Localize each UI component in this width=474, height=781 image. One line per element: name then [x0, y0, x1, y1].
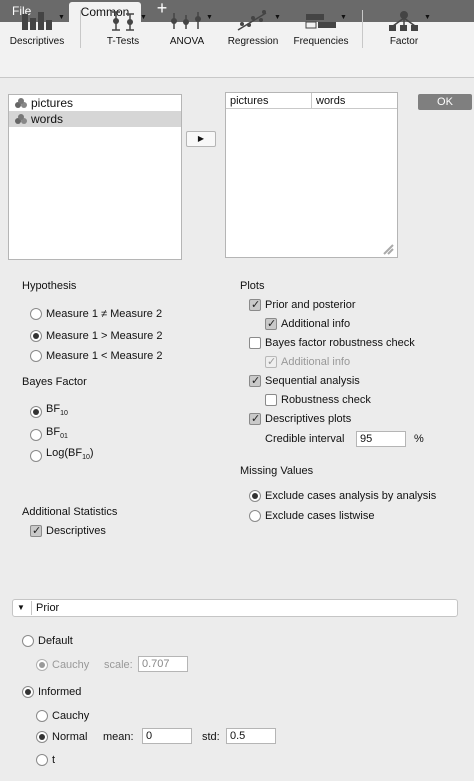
- prior-informed-option[interactable]: Informed: [22, 684, 81, 700]
- frequencies-button[interactable]: ▼ Frequencies: [292, 4, 350, 54]
- informed-cauchy-option[interactable]: Cauchy: [36, 708, 89, 724]
- chevron-down-icon: ▼: [274, 14, 281, 21]
- ok-button[interactable]: OK: [418, 94, 472, 110]
- bf01-option[interactable]: BF01: [30, 424, 68, 441]
- prior-title: Prior: [31, 601, 59, 615]
- hypothesis-title: Hypothesis: [22, 280, 77, 292]
- additional-statistics-title: Additional Statistics: [22, 506, 118, 518]
- informed-t-option[interactable]: t: [36, 752, 55, 768]
- std-label: std:: [202, 731, 220, 743]
- descriptives-plots-checkbox[interactable]: Descriptives plots: [249, 411, 351, 427]
- ordinal-variable-icon: [15, 98, 27, 108]
- ribbon-label: ANOVA: [169, 36, 205, 47]
- ribbon-label: T-Tests: [106, 36, 140, 47]
- anova-icon: [171, 12, 201, 29]
- exclude-listwise-option[interactable]: Exclude cases listwise: [249, 508, 374, 524]
- robustness-additional-info-checkbox[interactable]: Additional info: [265, 354, 350, 370]
- std-input[interactable]: 0.5: [226, 728, 276, 744]
- frequencies-icon: [305, 14, 336, 29]
- mean-label: mean:: [103, 731, 134, 743]
- descriptives-checkbox[interactable]: Descriptives: [30, 523, 106, 539]
- prior-posterior-checkbox[interactable]: Prior and posterior: [249, 297, 356, 313]
- variable-name: pictures: [31, 96, 74, 110]
- variables-list[interactable]: pictures words: [8, 94, 182, 260]
- triangle-down-icon: ▼: [17, 603, 25, 612]
- descriptives-icon: [22, 12, 52, 30]
- default-cauchy-option[interactable]: Cauchy: [36, 657, 89, 673]
- credible-interval-label: Credible interval: [265, 433, 345, 445]
- prior-default-option[interactable]: Default: [22, 633, 73, 649]
- ribbon-label: Factor: [389, 36, 419, 47]
- ribbon-label: Descriptives: [9, 36, 65, 47]
- additional-info-checkbox[interactable]: Additional info: [265, 316, 350, 332]
- scale-label: scale:: [104, 659, 133, 672]
- bayes-factor-title: Bayes Factor: [22, 376, 87, 388]
- factor-icon: [389, 11, 418, 31]
- scale-input[interactable]: 0.707: [138, 656, 188, 672]
- missing-values-title: Missing Values: [240, 465, 314, 477]
- regression-icon: [237, 10, 267, 31]
- credible-interval-input[interactable]: 95: [356, 431, 406, 447]
- informed-normal-option[interactable]: Normal: [36, 729, 87, 745]
- hypothesis-option-lt[interactable]: Measure 1 < Measure 2: [30, 348, 162, 364]
- descriptives-button[interactable]: ▼ Descriptives: [6, 4, 68, 54]
- bf10-option[interactable]: BF10: [30, 401, 68, 418]
- variable-name: words: [31, 112, 64, 126]
- resize-handle-icon[interactable]: [382, 243, 394, 255]
- t-tests-button[interactable]: ▼ T-Tests: [92, 4, 154, 54]
- sequential-analysis-checkbox[interactable]: Sequential analysis: [249, 373, 360, 389]
- percent-label: %: [414, 433, 424, 445]
- ordinal-variable-icon: [15, 114, 27, 124]
- plots-title: Plots: [240, 280, 265, 292]
- anova-button[interactable]: ▼ ANOVA: [158, 4, 216, 54]
- ribbon-label: Frequencies: [293, 36, 349, 47]
- hypothesis-option-ne[interactable]: Measure 1 ≠ Measure 2: [30, 306, 162, 322]
- log-bf10-option[interactable]: Log(BF10): [30, 445, 94, 462]
- t-tests-icon: [112, 11, 134, 31]
- arrow-right-icon: ▶: [197, 134, 205, 143]
- list-item[interactable]: words: [9, 111, 181, 127]
- column-header: pictures: [226, 93, 312, 109]
- robustness-check-checkbox[interactable]: Bayes factor robustness check: [249, 335, 415, 351]
- paired-variables-list[interactable]: pictures words: [225, 92, 398, 258]
- regression-button[interactable]: ▼ Regression: [222, 4, 284, 54]
- factor-button[interactable]: ▼ Factor: [378, 4, 431, 54]
- exclude-analysis-option[interactable]: Exclude cases analysis by analysis: [249, 488, 436, 504]
- ribbon-label: Regression: [227, 36, 279, 47]
- chevron-down-icon: ▼: [340, 14, 347, 21]
- mean-input[interactable]: 0: [142, 728, 192, 744]
- chevron-down-icon: ▼: [424, 14, 431, 21]
- chevron-down-icon: ▼: [58, 14, 65, 21]
- chevron-down-icon: ▼: [140, 14, 147, 21]
- sequential-robustness-checkbox[interactable]: Robustness check: [265, 392, 371, 408]
- list-item[interactable]: pictures: [9, 95, 181, 111]
- chevron-down-icon: ▼: [206, 14, 213, 21]
- move-variable-button[interactable]: ▶: [186, 131, 216, 147]
- prior-section-header[interactable]: ▼ Prior: [12, 599, 458, 617]
- hypothesis-option-gt[interactable]: Measure 1 > Measure 2: [30, 328, 162, 344]
- column-header: words: [312, 93, 397, 109]
- ribbon-separator: [362, 10, 363, 48]
- ribbon-separator: [80, 10, 81, 48]
